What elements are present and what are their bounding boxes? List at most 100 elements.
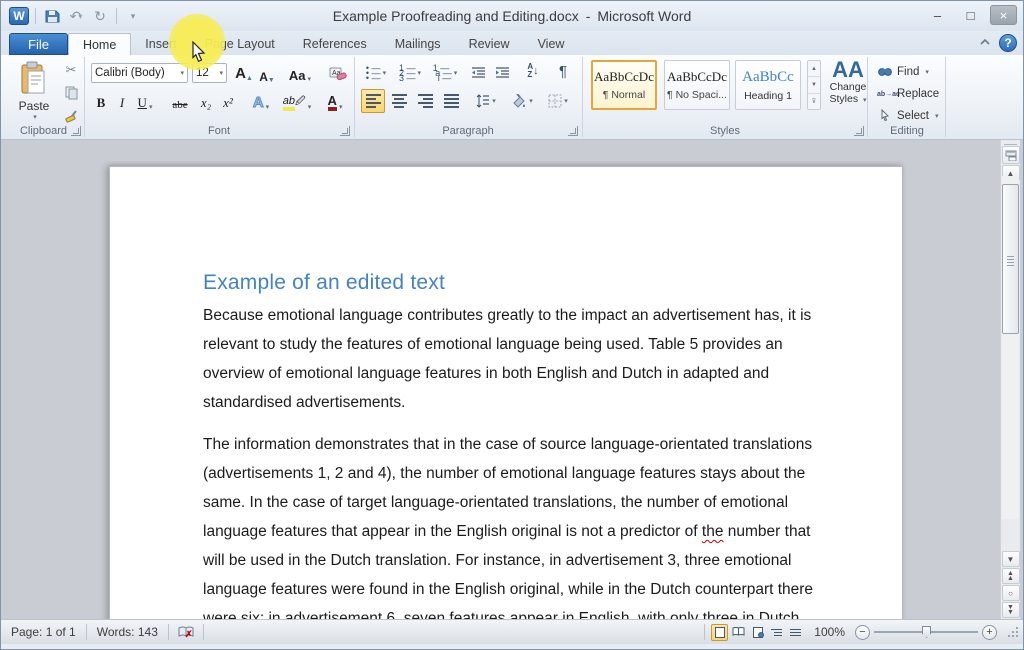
minimize-button[interactable]: –	[924, 5, 951, 25]
collapse-ribbon-icon[interactable]	[979, 37, 991, 49]
save-icon[interactable]	[42, 6, 62, 26]
style-heading-1[interactable]: AaBbCс Heading 1	[735, 60, 801, 110]
scroll-down-icon[interactable]: ▼	[1002, 551, 1020, 567]
word-count-indicator[interactable]: Words: 143	[87, 624, 168, 641]
decrease-indent-icon[interactable]	[467, 62, 489, 84]
full-screen-reading-icon[interactable]	[730, 624, 747, 641]
redo-button[interactable]: ↻	[90, 6, 110, 26]
zoom-out-button[interactable]: −	[855, 625, 870, 640]
paste-button[interactable]: Paste ▾	[8, 60, 60, 132]
clear-formatting-icon[interactable]: Aa	[325, 62, 351, 82]
italic-button[interactable]: I	[115, 91, 129, 111]
text-highlight-button[interactable]: ab🖉▾	[281, 91, 313, 111]
scrollbar-track[interactable]	[1002, 176, 1019, 519]
page-count-indicator[interactable]: Page: 1 of 1	[1, 624, 86, 641]
quick-access-toolbar: W ↶▾ ↻ ▾	[1, 6, 143, 26]
proofing-errors-icon[interactable]: ✗	[169, 624, 203, 641]
scrollbar-thumb[interactable]	[1002, 184, 1019, 334]
tab-mailings[interactable]: Mailings	[381, 33, 455, 55]
styles-scroll-up-icon[interactable]: ▲	[808, 61, 820, 77]
change-styles-button[interactable]: AA Change Styles ▾	[826, 59, 870, 107]
next-page-icon[interactable]: ▼▼	[1002, 602, 1020, 618]
paragraph-dialog-launcher[interactable]	[568, 126, 578, 136]
align-left-button[interactable]	[361, 89, 385, 113]
previous-page-icon[interactable]: ▲▲	[1002, 568, 1020, 584]
zoom-slider-thumb[interactable]	[922, 626, 931, 638]
tab-insert[interactable]: Insert	[131, 33, 190, 55]
styles-gallery-expand-icon[interactable]: ⊽	[808, 94, 820, 109]
font-color-button[interactable]: A▾	[321, 91, 349, 111]
style-no-spacing[interactable]: AaBbCcDc ¶ No Spaci...	[664, 60, 730, 110]
replace-button[interactable]: ab→ac Replace	[877, 85, 939, 103]
close-button[interactable]: ×	[990, 5, 1017, 25]
web-layout-view-icon[interactable]	[749, 624, 766, 641]
ruler-toggle-icon[interactable]	[1002, 146, 1020, 164]
show-hide-pilcrow-button[interactable]: ¶	[553, 60, 573, 82]
format-painter-icon[interactable]	[61, 107, 81, 125]
zoom-level-label[interactable]: 100%	[810, 624, 849, 641]
document-area[interactable]: Example of an edited text Because emotio…	[1, 140, 1023, 619]
document-heading: Example of an edited text	[203, 271, 822, 295]
borders-button[interactable]: ▾	[543, 89, 573, 113]
customize-qat-button[interactable]: ▾	[123, 6, 143, 26]
styles-scroll-down-icon[interactable]: ▼	[808, 77, 820, 93]
justify-button[interactable]	[439, 89, 463, 113]
styles-gallery-scroll[interactable]: ▲ ▼ ⊽	[807, 60, 821, 110]
maximize-button[interactable]: □	[957, 5, 984, 25]
font-dialog-launcher[interactable]	[340, 126, 350, 136]
zoom-in-button[interactable]: +	[982, 625, 997, 640]
line-spacing-button[interactable]: ▾	[471, 89, 501, 113]
print-layout-view-icon[interactable]	[711, 624, 728, 641]
font-family-combo[interactable]: Calibri (Body)▾	[91, 63, 188, 83]
bold-button[interactable]: B	[93, 91, 109, 111]
numbering-button[interactable]: 1 —2 —3 —▾	[395, 62, 425, 84]
vertical-scrollbar[interactable]: ▲ ▼ ▲▲ ○ ▼▼	[1000, 140, 1020, 619]
increase-indent-icon[interactable]	[491, 62, 513, 84]
svg-text:✗: ✗	[185, 629, 193, 639]
bullets-button[interactable]: • —• —• —▾	[361, 62, 391, 84]
undo-button[interactable]: ↶▾	[66, 6, 86, 26]
find-button[interactable]: Find▾	[877, 63, 929, 81]
draft-view-icon[interactable]	[787, 624, 804, 641]
tab-view[interactable]: View	[524, 33, 579, 55]
shading-button[interactable]: ▾	[507, 89, 537, 113]
word-window: W ↶▾ ↻ ▾ Example Proofreading and Editin…	[0, 0, 1024, 650]
tab-review[interactable]: Review	[455, 33, 524, 55]
sort-button[interactable]: AZ ↓	[521, 60, 545, 82]
outline-view-icon[interactable]	[768, 624, 785, 641]
multilevel-list-button[interactable]: 1 — a — i —▾	[429, 62, 461, 84]
superscript-button[interactable]: x²	[219, 91, 237, 111]
subscript-button[interactable]: x₂	[197, 91, 215, 111]
shrink-font-button[interactable]: A▼	[257, 64, 277, 84]
font-size-combo[interactable]: 12▾	[192, 63, 227, 83]
grow-font-button[interactable]: A▲	[233, 62, 255, 82]
copy-icon[interactable]	[61, 84, 81, 102]
undo-dropdown-icon[interactable]: ▾	[78, 12, 82, 21]
underline-button[interactable]: U▾	[133, 91, 157, 111]
align-right-button[interactable]	[413, 89, 437, 113]
word-logo-icon[interactable]: W	[9, 7, 29, 25]
zoom-slider-track[interactable]	[874, 631, 978, 633]
document-page[interactable]: Example of an edited text Because emotio…	[109, 166, 903, 619]
divider	[704, 624, 705, 640]
resize-grip[interactable]	[1007, 626, 1019, 638]
style-normal[interactable]: AaBbCcDc ¶ Normal	[591, 60, 657, 110]
strikethrough-button[interactable]: abe	[167, 91, 193, 111]
tab-references[interactable]: References	[289, 33, 381, 55]
cut-icon[interactable]: ✂	[61, 61, 81, 79]
select-button[interactable]: Select▾	[877, 107, 938, 125]
text-effects-button[interactable]: A▾	[247, 91, 275, 111]
styles-group: AaBbCcDc ¶ Normal AaBbCcDc ¶ No Spaci...…	[583, 55, 867, 139]
paragraph-group: • —• —• —▾ 1 —2 —3 —▾ 1 — a — i —▾ AZ ↓ …	[355, 55, 581, 139]
tab-home[interactable]: Home	[68, 33, 131, 55]
clipboard-dialog-launcher[interactable]	[71, 126, 81, 136]
tab-file[interactable]: File	[9, 33, 68, 55]
styles-dialog-launcher[interactable]	[854, 126, 864, 136]
change-case-button[interactable]: Aa▾	[285, 63, 315, 83]
split-handle[interactable]	[1004, 142, 1017, 145]
select-browse-object-icon[interactable]: ○	[1002, 585, 1020, 601]
tab-page-layout[interactable]: Page Layout	[191, 33, 289, 55]
help-icon[interactable]: ?	[999, 34, 1017, 52]
align-center-button[interactable]	[387, 89, 411, 113]
divider	[35, 8, 36, 24]
